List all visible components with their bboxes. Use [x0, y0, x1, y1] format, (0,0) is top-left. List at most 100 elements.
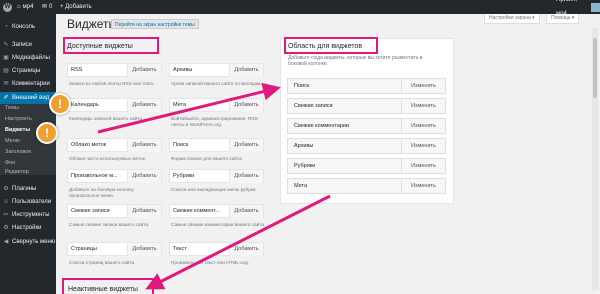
add-widget-button[interactable]: Добавить — [127, 99, 161, 112]
sidebar-item-collapse[interactable]: ◀ Свернуть меню — [0, 236, 56, 248]
widget-description: Войти/выйти, администрирование, RSS-лент… — [171, 116, 260, 127]
sidebar-widget-title: Свежие комментарии — [294, 123, 350, 129]
sidebar-widget[interactable]: Мета Изменить — [287, 178, 446, 194]
sidebar-item-media[interactable]: ▣ Медиафайлы — [0, 52, 56, 64]
available-widget[interactable]: Архивы Добавить — [169, 63, 264, 77]
sidebar-area-highlight — [284, 37, 378, 54]
sidebar-widget[interactable]: Рубрики Изменить — [287, 158, 446, 174]
widget-description: Добавьте на боковую колонку произвольное… — [69, 187, 134, 198]
site-name-link[interactable]: ⌂ мр4 — [17, 0, 33, 14]
tools-icon: ✂ — [3, 212, 9, 218]
available-widget[interactable]: Свежие коммент... Добавить — [169, 204, 264, 218]
submenu-item-themes[interactable]: Темы — [5, 105, 19, 111]
help-button[interactable]: Помощь ▾ — [546, 14, 580, 24]
my-account-link[interactable]: Привет, мр4 — [556, 0, 600, 17]
edit-widget-button[interactable]: Изменить — [401, 159, 445, 174]
comments-count: 0 — [49, 4, 53, 10]
add-new-label: + Добавить — [60, 4, 92, 10]
add-widget-button[interactable]: Добавить — [229, 99, 263, 112]
available-widget[interactable]: RSS Добавить — [67, 63, 162, 77]
sidebar-item-label: Консоль — [12, 24, 36, 30]
available-widget[interactable]: Рубрики Добавить — [169, 169, 264, 183]
submenu-item-background[interactable]: Фон — [5, 160, 15, 166]
available-widget[interactable]: Страницы Добавить — [67, 242, 162, 256]
available-widgets-highlight — [63, 37, 159, 54]
submenu-item-editor[interactable]: Редактор — [5, 169, 29, 175]
sidebar-area-description: Добавьте сюда виджеты, которые вы хотите… — [288, 55, 423, 67]
available-widget[interactable]: Мета Добавить — [169, 98, 264, 112]
widget-title: Архивы — [173, 67, 193, 73]
widget-description: Список страниц вашего сайта. — [69, 260, 136, 265]
sidebar-item-label: Плагины — [12, 186, 37, 192]
available-widget[interactable]: Текст Добавить — [169, 242, 264, 256]
sidebar-widget-title: Мета — [294, 183, 308, 189]
sidebar-widget-title: Поиск — [294, 83, 310, 89]
scrollbar-thumb[interactable] — [593, 38, 597, 98]
add-new-link[interactable]: + Добавить — [60, 0, 92, 14]
screen-options-button[interactable]: Настройки экрана ▾ — [484, 14, 540, 24]
widget-title: Текст — [173, 246, 187, 252]
comment-bubble-icon: ✉ — [42, 4, 48, 10]
available-widget[interactable]: Календарь Добавить — [67, 98, 162, 112]
sidebar-item-label: Настройки — [12, 225, 42, 231]
widget-title: Облако меток — [71, 142, 107, 148]
comments-link[interactable]: ✉ 0 — [42, 0, 52, 14]
sidebar-widget[interactable]: Поиск Изменить — [287, 78, 446, 94]
add-widget-button[interactable]: Добавить — [127, 170, 161, 183]
sidebar-item-users[interactable]: ☺ Пользователи — [0, 196, 56, 208]
site-name: мр4 — [22, 4, 34, 10]
widget-title: Страницы — [71, 246, 97, 252]
add-widget-button[interactable]: Добавить — [127, 139, 161, 152]
plugin-icon: ⚙ — [3, 186, 9, 192]
page-scrollbar[interactable] — [592, 28, 598, 290]
sidebar-item-dashboard[interactable]: ◔ Консоль — [0, 21, 56, 33]
submenu-item-customize[interactable]: Настроить — [5, 116, 32, 122]
wordpress-logo-icon: W — [3, 2, 12, 12]
add-widget-button[interactable]: Добавить — [229, 243, 263, 256]
sidebar-item-label: Страницы — [12, 68, 41, 74]
sidebar-item-tools[interactable]: ✂ Инструменты — [0, 209, 56, 221]
sidebar-widget-title: Рубрики — [294, 163, 316, 169]
manage-with-customizer-button[interactable]: Перейти на экран настройки темы — [111, 19, 199, 29]
widget-description: Самые свежие записи вашего сайта. — [69, 222, 150, 227]
sidebar-item-posts[interactable]: ✎ Записи — [0, 39, 56, 51]
edit-widget-button[interactable]: Изменить — [401, 139, 445, 154]
available-widget[interactable]: Произвольное м... Добавить — [67, 169, 162, 183]
sidebar-item-settings[interactable]: ⚙ Настройки — [0, 222, 56, 234]
add-widget-button[interactable]: Добавить — [127, 243, 161, 256]
sidebar-widget[interactable]: Архивы Изменить — [287, 138, 446, 154]
sidebar-item-label: Комментарии — [12, 81, 50, 87]
available-widget[interactable]: Облако меток Добавить — [67, 138, 162, 152]
add-widget-button[interactable]: Добавить — [127, 64, 161, 77]
avatar — [591, 2, 600, 12]
add-widget-button[interactable]: Добавить — [229, 170, 263, 183]
page-title: Виджеты — [67, 17, 118, 31]
widget-title: Произвольное м... — [71, 173, 118, 179]
wp-logo-menu[interactable]: W — [3, 0, 12, 14]
sidebar-item-label: Медиафайлы — [12, 55, 50, 61]
sidebar-item-pages[interactable]: ▤ Страницы — [0, 65, 56, 77]
sidebar-item-plugins[interactable]: ⚙ Плагины — [0, 183, 56, 195]
sidebar-item-label: Пользователи — [12, 199, 52, 205]
available-widget[interactable]: Свежие записи Добавить — [67, 204, 162, 218]
home-icon: ⌂ — [17, 4, 21, 10]
add-widget-button[interactable]: Добавить — [229, 205, 263, 218]
add-widget-button[interactable]: Добавить — [127, 205, 161, 218]
edit-widget-button[interactable]: Изменить — [401, 79, 445, 94]
sidebar-item-appearance[interactable]: ✐ Внешний вид — [0, 92, 56, 104]
sidebar-item-comments[interactable]: ✉ Комментарии — [0, 78, 56, 90]
sidebar-widget-title: Архивы — [294, 143, 314, 149]
available-widget[interactable]: Поиск Добавить — [169, 138, 264, 152]
submenu-item-header[interactable]: Заголовок — [5, 149, 31, 155]
sidebar-widget[interactable]: Свежие комментарии Изменить — [287, 118, 446, 134]
edit-widget-button[interactable]: Изменить — [401, 99, 445, 114]
widget-description: Форма поиска для вашего сайта. — [171, 156, 243, 161]
edit-widget-button[interactable]: Изменить — [401, 119, 445, 134]
submenu-item-menus[interactable]: Меню — [5, 138, 20, 144]
add-widget-button[interactable]: Добавить — [229, 139, 263, 152]
add-widget-button[interactable]: Добавить — [229, 64, 263, 77]
submenu-item-widgets[interactable]: Виджеты — [5, 127, 30, 133]
edit-widget-button[interactable]: Изменить — [401, 179, 445, 194]
sidebar-widget[interactable]: Свежие записи Изменить — [287, 98, 446, 114]
widget-title: Мета — [173, 102, 187, 108]
